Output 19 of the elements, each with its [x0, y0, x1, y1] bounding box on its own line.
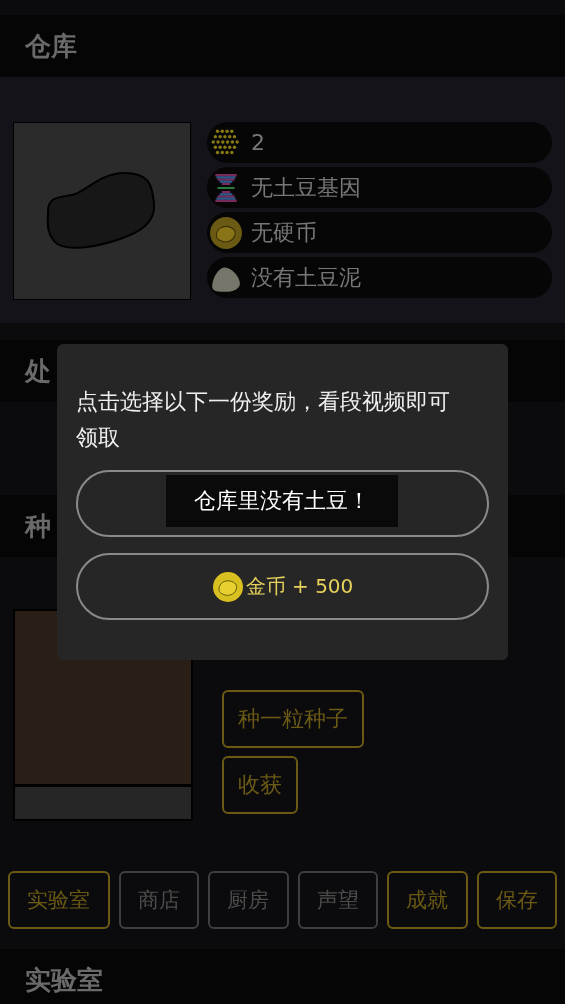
plot-button[interactable]: 种一粒种子 — [222, 690, 364, 748]
reward-option[interactable]: 金币 + 500 — [76, 553, 489, 620]
inventory-label: 无硬币 — [251, 218, 317, 247]
inventory-label: 2 — [251, 130, 265, 155]
coin-icon — [209, 215, 243, 250]
nav-button[interactable]: 实验室 — [8, 871, 110, 929]
inventory-label: 没有土豆泥 — [251, 263, 361, 292]
dialog-message: 点击选择以下一份奖励，看段视频即可领取 — [76, 388, 451, 452]
section-title: 处 — [25, 354, 51, 388]
toast-message: 仓库里没有土豆！ — [166, 475, 398, 527]
nav-button[interactable]: 成就 — [387, 871, 468, 929]
nav-button[interactable]: 保存 — [476, 871, 557, 929]
section-title: 仓库 — [25, 29, 77, 63]
plot-button[interactable]: 收获 — [222, 756, 298, 814]
coin-icon — [211, 570, 244, 603]
section-title: 实验室 — [25, 963, 103, 997]
reward-option[interactable]: 仓库里没有土豆！ — [76, 470, 489, 537]
section-title: 种 — [25, 509, 51, 543]
inventory-label: 无土豆基因 — [251, 173, 361, 202]
